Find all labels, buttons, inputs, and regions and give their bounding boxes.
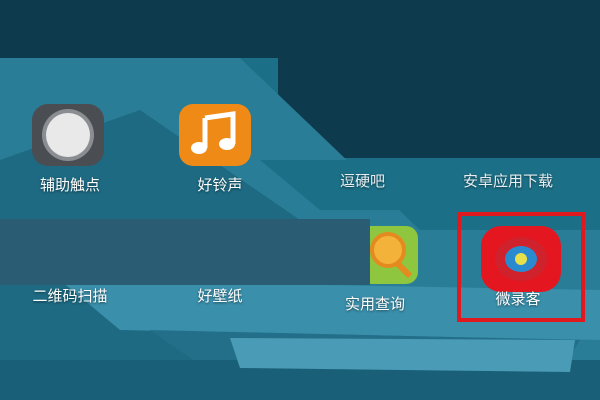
app-partial-1[interactable]: 逗硬吧: [290, 168, 420, 190]
highlight-box: [457, 212, 585, 322]
app-label: 逗硬吧: [340, 172, 386, 190]
app-label: 辅助触点: [39, 176, 100, 194]
assistive-touch-icon: [30, 102, 106, 168]
app-qr-scan[interactable]: 二维码扫描: [5, 287, 135, 309]
app-label: 安卓应用下载: [463, 172, 554, 190]
app-wallpaper[interactable]: 好壁纸: [155, 287, 285, 309]
app-label: 好壁纸: [197, 287, 243, 305]
app-store[interactable]: 安卓应用下载: [455, 168, 595, 190]
wallpaper-background: [0, 0, 600, 400]
app-label: 实用查询: [344, 295, 405, 313]
app-label: 好铃声: [197, 176, 243, 194]
music-note-icon: [177, 102, 253, 168]
app-ringtone[interactable]: 好铃声: [155, 98, 285, 198]
app-label: 二维码扫描: [32, 287, 108, 305]
overlay-panel: [0, 219, 370, 285]
app-assistive-touch[interactable]: 辅助触点: [5, 98, 135, 198]
